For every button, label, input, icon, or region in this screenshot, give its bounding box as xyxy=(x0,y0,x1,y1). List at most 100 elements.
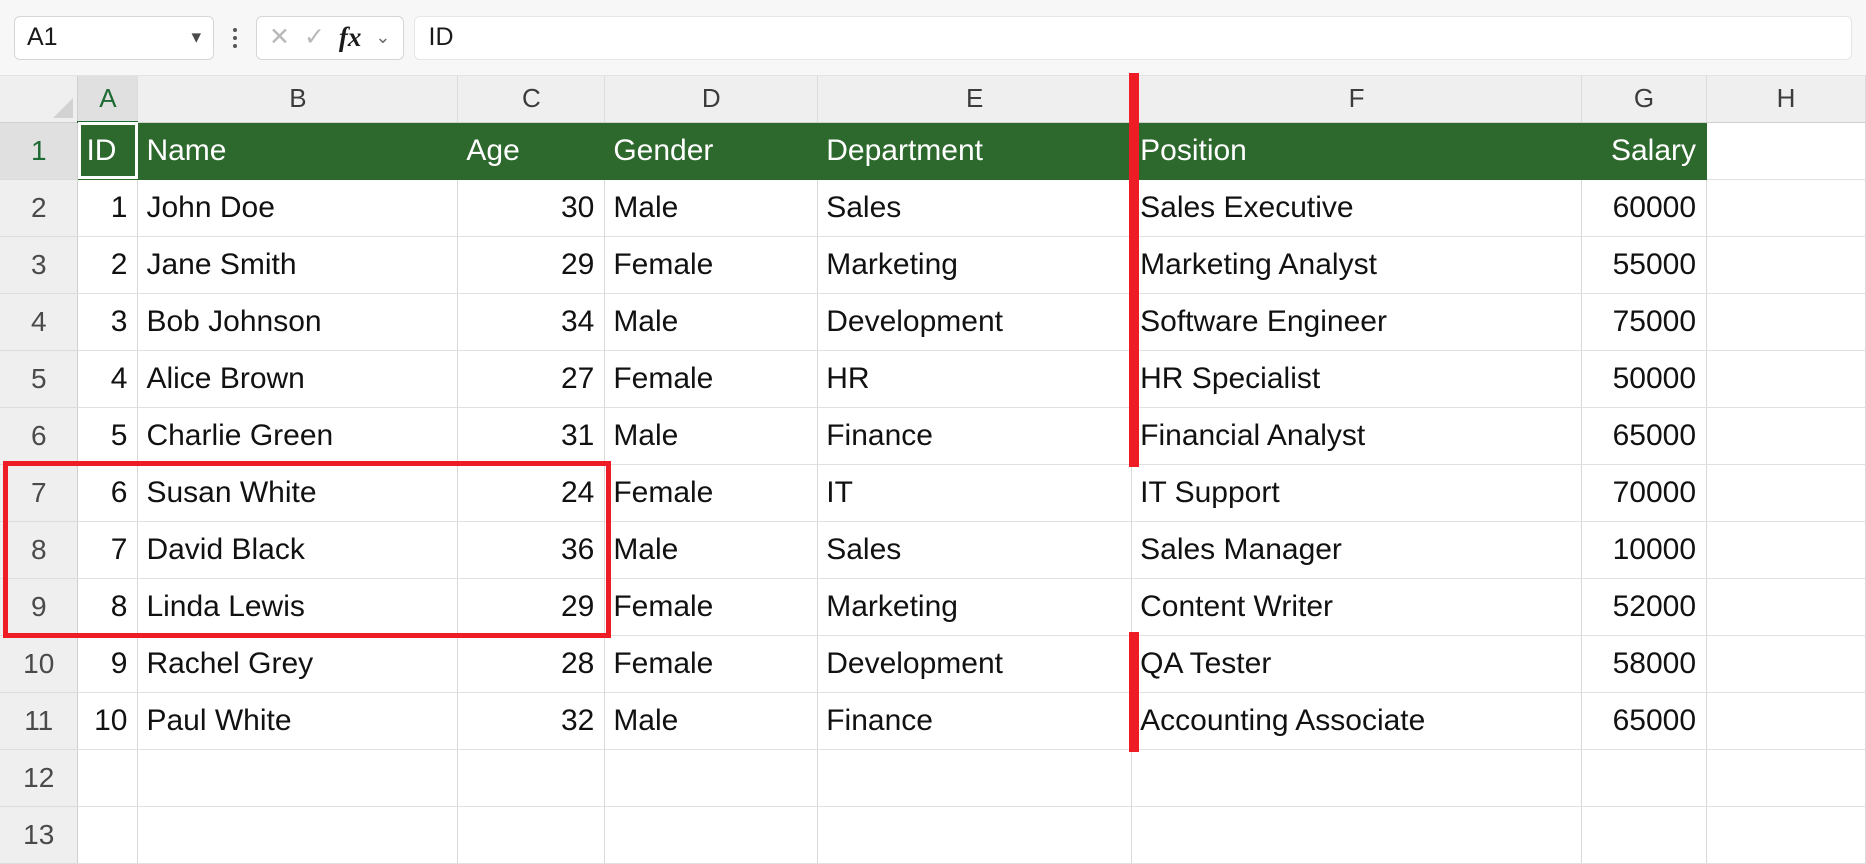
cell-D7[interactable]: Female xyxy=(605,464,818,521)
cell-D8[interactable]: Male xyxy=(605,521,818,578)
row-header-8[interactable]: 8 xyxy=(0,521,78,578)
cell-A5[interactable]: 4 xyxy=(78,350,138,407)
cell-B2[interactable]: John Doe xyxy=(138,179,458,236)
chevron-down-icon[interactable]: ⌄ xyxy=(375,27,390,48)
cell-F11[interactable]: Accounting Associate xyxy=(1132,692,1582,749)
cell-C9[interactable]: 29 xyxy=(458,578,605,635)
cell-H11[interactable] xyxy=(1707,692,1866,749)
spreadsheet-grid[interactable]: ABCDEFGH1IDNameAgeGenderDepartmentPositi… xyxy=(0,76,1866,864)
cell-H8[interactable] xyxy=(1707,521,1866,578)
cell-D11[interactable]: Male xyxy=(605,692,818,749)
cell-H12[interactable] xyxy=(1707,749,1866,806)
cell-G5[interactable]: 50000 xyxy=(1582,350,1707,407)
cell-E6[interactable]: Finance xyxy=(818,407,1132,464)
cell-F1[interactable]: Position xyxy=(1132,122,1582,179)
cell-D5[interactable]: Female xyxy=(605,350,818,407)
cell-B8[interactable]: David Black xyxy=(138,521,458,578)
cell-D2[interactable]: Male xyxy=(605,179,818,236)
cell-G13[interactable] xyxy=(1582,806,1707,863)
cell-G2[interactable]: 60000 xyxy=(1582,179,1707,236)
cell-E7[interactable]: IT xyxy=(818,464,1132,521)
row-header-1[interactable]: 1 xyxy=(0,122,78,179)
cell-A12[interactable] xyxy=(78,749,138,806)
cell-F12[interactable] xyxy=(1132,749,1582,806)
cell-G7[interactable]: 70000 xyxy=(1582,464,1707,521)
row-header-7[interactable]: 7 xyxy=(0,464,78,521)
cell-A3[interactable]: 2 xyxy=(78,236,138,293)
cell-D10[interactable]: Female xyxy=(605,635,818,692)
cell-E11[interactable]: Finance xyxy=(818,692,1132,749)
column-header-c[interactable]: C xyxy=(458,76,605,122)
cell-B3[interactable]: Jane Smith xyxy=(138,236,458,293)
cell-G6[interactable]: 65000 xyxy=(1582,407,1707,464)
cell-G3[interactable]: 55000 xyxy=(1582,236,1707,293)
cell-H2[interactable] xyxy=(1707,179,1866,236)
cell-B1[interactable]: Name xyxy=(138,122,458,179)
cell-C8[interactable]: 36 xyxy=(458,521,605,578)
confirm-icon[interactable]: ✓ xyxy=(304,25,325,50)
cell-C13[interactable] xyxy=(458,806,605,863)
cell-A8[interactable]: 7 xyxy=(78,521,138,578)
cell-F6[interactable]: Financial Analyst xyxy=(1132,407,1582,464)
cell-F5[interactable]: HR Specialist xyxy=(1132,350,1582,407)
cell-G11[interactable]: 65000 xyxy=(1582,692,1707,749)
column-header-g[interactable]: G xyxy=(1582,76,1707,122)
cell-D3[interactable]: Female xyxy=(605,236,818,293)
cell-C5[interactable]: 27 xyxy=(458,350,605,407)
cell-C2[interactable]: 30 xyxy=(458,179,605,236)
cell-B11[interactable]: Paul White xyxy=(138,692,458,749)
cell-B9[interactable]: Linda Lewis xyxy=(138,578,458,635)
cell-H5[interactable] xyxy=(1707,350,1866,407)
cell-D6[interactable]: Male xyxy=(605,407,818,464)
cell-E4[interactable]: Development xyxy=(818,293,1132,350)
cell-H7[interactable] xyxy=(1707,464,1866,521)
cell-D4[interactable]: Male xyxy=(605,293,818,350)
cell-C3[interactable]: 29 xyxy=(458,236,605,293)
cell-E2[interactable]: Sales xyxy=(818,179,1132,236)
cell-C1[interactable]: Age xyxy=(458,122,605,179)
cell-E1[interactable]: Department xyxy=(818,122,1132,179)
cell-A10[interactable]: 9 xyxy=(78,635,138,692)
cell-A1[interactable]: ID xyxy=(78,122,138,179)
cell-E3[interactable]: Marketing xyxy=(818,236,1132,293)
cell-A6[interactable]: 5 xyxy=(78,407,138,464)
column-header-f[interactable]: F xyxy=(1132,76,1582,122)
cell-B12[interactable] xyxy=(138,749,458,806)
cell-F9[interactable]: Content Writer xyxy=(1132,578,1582,635)
cell-F10[interactable]: QA Tester xyxy=(1132,635,1582,692)
cell-E9[interactable]: Marketing xyxy=(818,578,1132,635)
cell-H1[interactable] xyxy=(1707,122,1866,179)
cell-G4[interactable]: 75000 xyxy=(1582,293,1707,350)
row-header-13[interactable]: 13 xyxy=(0,806,78,863)
cell-G9[interactable]: 52000 xyxy=(1582,578,1707,635)
cell-H13[interactable] xyxy=(1707,806,1866,863)
cell-G12[interactable] xyxy=(1582,749,1707,806)
cell-C11[interactable]: 32 xyxy=(458,692,605,749)
sheet-table[interactable]: ABCDEFGH1IDNameAgeGenderDepartmentPositi… xyxy=(0,76,1866,864)
cell-A7[interactable]: 6 xyxy=(78,464,138,521)
cell-B6[interactable]: Charlie Green xyxy=(138,407,458,464)
chevron-down-icon[interactable]: ▾ xyxy=(191,26,201,49)
row-header-5[interactable]: 5 xyxy=(0,350,78,407)
cell-F2[interactable]: Sales Executive xyxy=(1132,179,1582,236)
function-icon[interactable]: fx xyxy=(339,22,362,53)
cell-G1[interactable]: Salary xyxy=(1582,122,1707,179)
cell-D13[interactable] xyxy=(605,806,818,863)
cell-E10[interactable]: Development xyxy=(818,635,1132,692)
cell-H6[interactable] xyxy=(1707,407,1866,464)
cell-A13[interactable] xyxy=(78,806,138,863)
name-box[interactable]: A1 ▾ xyxy=(14,16,214,60)
column-header-a[interactable]: A xyxy=(78,76,138,122)
cell-B13[interactable] xyxy=(138,806,458,863)
cell-C10[interactable]: 28 xyxy=(458,635,605,692)
cell-D9[interactable]: Female xyxy=(605,578,818,635)
cell-H3[interactable] xyxy=(1707,236,1866,293)
row-header-4[interactable]: 4 xyxy=(0,293,78,350)
cell-E13[interactable] xyxy=(818,806,1132,863)
formula-input[interactable]: ID xyxy=(414,16,1853,60)
cell-C12[interactable] xyxy=(458,749,605,806)
cell-A11[interactable]: 10 xyxy=(78,692,138,749)
cell-A9[interactable]: 8 xyxy=(78,578,138,635)
row-header-2[interactable]: 2 xyxy=(0,179,78,236)
column-header-d[interactable]: D xyxy=(605,76,818,122)
